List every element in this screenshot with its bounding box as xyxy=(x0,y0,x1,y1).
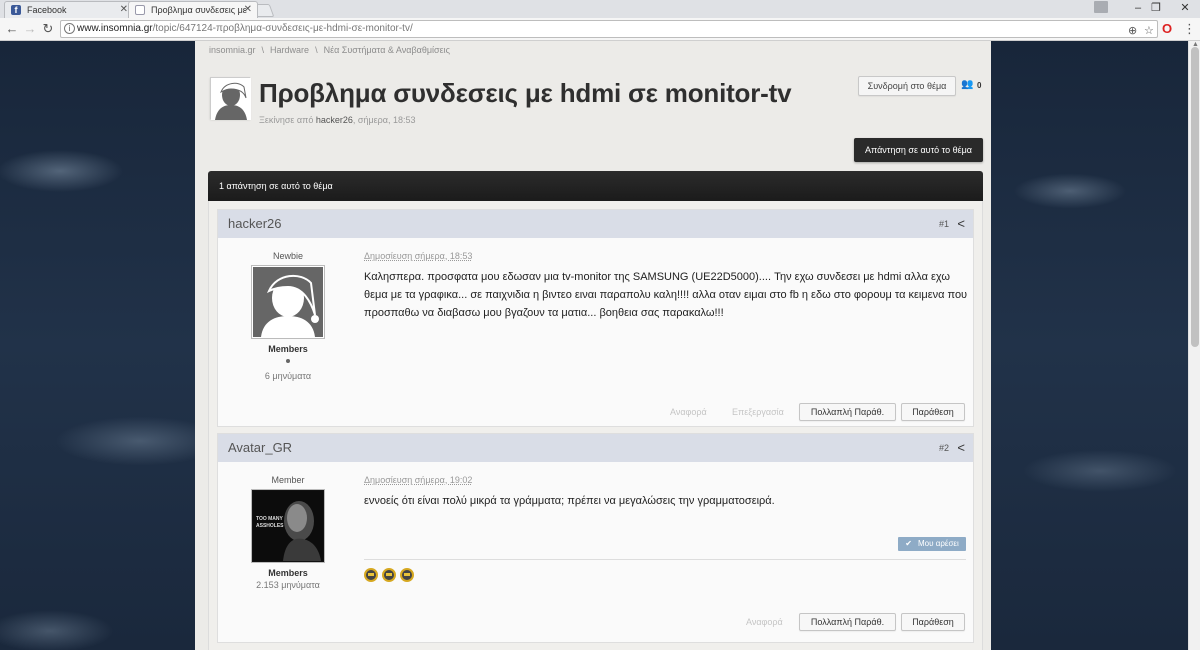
reply-topic-button[interactable]: Απάντηση σε αυτό το θέμα xyxy=(854,138,983,162)
checkmark-icon: ✔ xyxy=(905,539,912,548)
tab-title: Facebook xyxy=(27,5,67,15)
facebook-favicon-icon: f xyxy=(11,5,21,15)
post-content: Καλησπερα. προσφατα μου εδωσαν μια tv-mo… xyxy=(364,271,968,319)
followers-count[interactable]: 0 xyxy=(977,81,981,90)
scrollbar-thumb[interactable] xyxy=(1191,47,1199,347)
quote-button[interactable]: Παράθεση xyxy=(901,403,965,421)
tab-topic[interactable]: Προβλημα συνδεσεις με ✕ xyxy=(128,1,258,18)
reaction-emoji-icon[interactable] xyxy=(400,568,414,582)
insomnia-favicon-icon xyxy=(135,5,145,15)
topic-author-link[interactable]: hacker26 xyxy=(316,115,353,125)
post-header: Avatar_GR #2 < xyxy=(218,434,973,462)
opera-extension-icon[interactable]: O xyxy=(1162,21,1176,37)
multiquote-button[interactable]: Πολλαπλή Παράθ. xyxy=(799,403,896,421)
close-tab-icon[interactable]: ✕ xyxy=(244,2,252,18)
posts-container: hacker26 #1 < Newbie Members 6 μηνύματα … xyxy=(208,201,983,650)
breadcrumb-item[interactable]: insomnia.gr xyxy=(209,45,256,55)
avatar-caption-line: TOO MANY xyxy=(256,516,284,522)
reaction-emoji-icon[interactable] xyxy=(382,568,396,582)
report-link[interactable]: Αναφορά xyxy=(670,407,707,417)
url-host: www.insomnia.gr xyxy=(77,23,153,34)
address-bar[interactable]: i www.insomnia.gr/topic/647124-προβλημα-… xyxy=(60,20,1158,38)
replies-summary-bar: 1 απάντηση σε αυτό το θέμα xyxy=(208,171,983,201)
post-author-link[interactable]: hacker26 xyxy=(228,216,281,231)
url-path: /topic/647124-προβλημα-συνδεσεις-με-hdmi… xyxy=(152,23,413,34)
browser-tabstrip: f Facebook ✕ Προβλημα συνδεσεις με ✕ – ❐… xyxy=(0,0,1200,18)
topic-author-avatar[interactable] xyxy=(210,77,251,120)
post-header: hacker26 #1 < xyxy=(218,210,973,238)
close-window-icon[interactable]: ✕ xyxy=(1170,0,1200,18)
breadcrumb-item[interactable]: Νέα Συστήματα & Αναβαθμίσεις xyxy=(324,45,450,55)
like-button[interactable]: ✔ Μου αρέσει xyxy=(898,537,966,551)
breadcrumb-item[interactable]: Hardware xyxy=(270,45,309,55)
browser-menu-icon[interactable]: ⋮ xyxy=(1183,21,1196,37)
tab-title: Προβλημα συνδεσεις με xyxy=(151,5,247,15)
profile-icon[interactable] xyxy=(1094,1,1108,13)
site-info-icon[interactable]: i xyxy=(64,23,75,34)
report-link[interactable]: Αναφορά xyxy=(746,617,783,627)
post: Avatar_GR #2 < Member TOO MANY ASSHOLES xyxy=(217,433,974,643)
forum-main-column: insomnia.gr \ Hardware \ Νέα Συστήματα & Ανα… xyxy=(195,41,991,650)
back-icon[interactable]: ← xyxy=(4,21,20,36)
started-prefix: Ξεκίνησε από xyxy=(259,115,314,125)
signature-divider xyxy=(364,559,966,560)
post-date[interactable]: Δημοσίευση σήμερα, 19:02 xyxy=(364,475,472,485)
started-time: , σήμερα, 18:53 xyxy=(352,115,416,125)
multiquote-button[interactable]: Πολλαπλή Παράθ. xyxy=(799,613,896,631)
followers-icon[interactable]: 👥 xyxy=(961,79,973,90)
forward-icon[interactable]: → xyxy=(22,21,38,36)
post: hacker26 #1 < Newbie Members 6 μηνύματα … xyxy=(217,209,974,427)
breadcrumb: insomnia.gr \ Hardware \ Νέα Συστήματα & Ανα… xyxy=(209,45,450,55)
post-author-link[interactable]: Avatar_GR xyxy=(228,440,292,455)
restore-icon[interactable]: ❐ xyxy=(1141,0,1171,18)
avatar-caption-line: ASSHOLES xyxy=(256,523,284,529)
post-date[interactable]: Δημοσίευση σήμερα, 18:53 xyxy=(364,251,472,261)
user-photo-image: TOO MANY ASSHOLES xyxy=(253,491,323,561)
member-group: Members xyxy=(268,568,308,578)
bookmark-star-icon[interactable]: ☆ xyxy=(1144,23,1154,39)
like-label: Μου αρέσει xyxy=(917,539,959,548)
member-rank: Member xyxy=(271,475,305,485)
member-group: Members xyxy=(268,344,308,354)
reaction-emoji-icon[interactable] xyxy=(364,568,378,582)
follow-topic-button[interactable]: Συνδρομή στο θέμα xyxy=(858,76,956,96)
post-number-link[interactable]: #2 xyxy=(939,443,949,453)
reaction-icons xyxy=(364,568,418,585)
share-icon[interactable]: < xyxy=(957,440,965,455)
topic-meta: Ξεκίνησε από hacker26, σήμερα, 18:53 xyxy=(259,115,416,125)
user-avatar[interactable]: TOO MANY ASSHOLES xyxy=(251,489,325,563)
member-rank: Newbie xyxy=(272,251,303,261)
quote-button[interactable]: Παράθεση xyxy=(901,613,965,631)
post-number-link[interactable]: #1 xyxy=(939,219,949,229)
post-count: 6 μηνύματα xyxy=(264,371,312,381)
share-icon[interactable]: < xyxy=(957,216,965,231)
post-content: εννοείς ότι είναι πολύ μικρά τα γράμματα… xyxy=(364,495,775,507)
zoom-icon[interactable]: ⊕ xyxy=(1128,23,1137,39)
tab-facebook[interactable]: f Facebook ✕ xyxy=(4,1,134,18)
close-tab-icon[interactable]: ✕ xyxy=(120,2,128,18)
reload-icon[interactable]: ↻ xyxy=(40,21,56,37)
post-count: 2.153 μηνύματα xyxy=(256,580,320,590)
default-avatar-icon xyxy=(211,78,251,120)
page-scrollbar[interactable]: ▲ xyxy=(1188,41,1200,650)
edit-link[interactable]: Επεξεργασία xyxy=(732,407,784,417)
default-avatar-icon xyxy=(253,267,323,337)
user-avatar[interactable] xyxy=(251,265,325,339)
browser-toolbar: ← → ↻ i www.insomnia.gr/topic/647124-προ… xyxy=(0,18,1200,41)
topic-title: Προβλημα συνδεσεις με hdmi σε monitor-tv xyxy=(259,78,792,108)
page-viewport: insomnia.gr \ Hardware \ Νέα Συστήματα & Ανα… xyxy=(0,41,1188,650)
online-status-dot xyxy=(286,359,290,363)
